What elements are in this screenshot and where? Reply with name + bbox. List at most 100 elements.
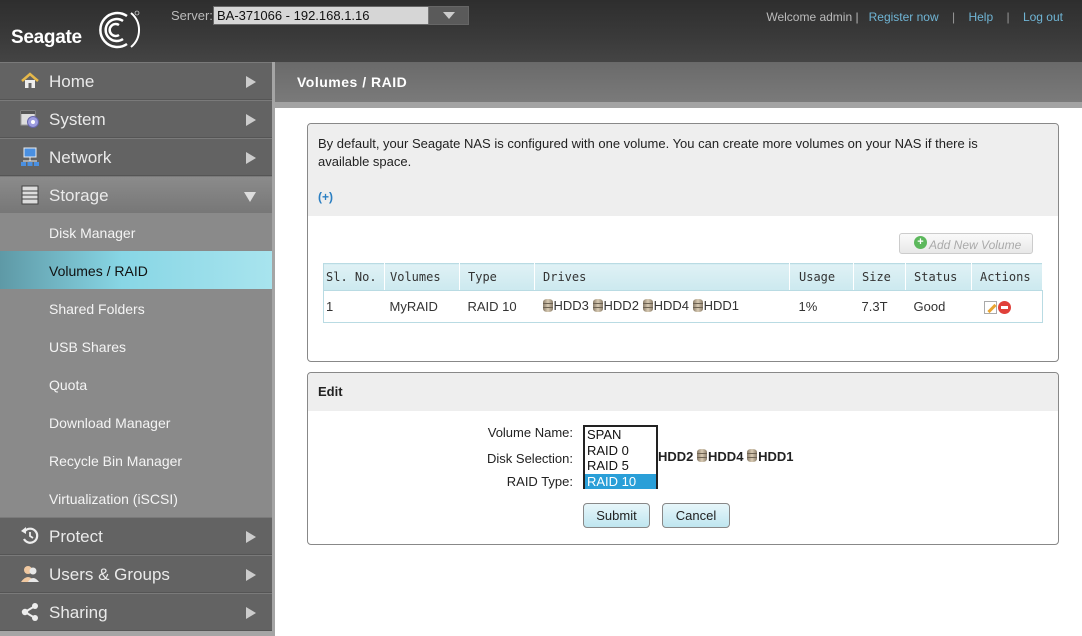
- sidebar-item-sharing[interactable]: Sharing: [0, 593, 272, 631]
- raid-option-span[interactable]: SPAN: [585, 427, 656, 443]
- volumes-table: Sl. No. Volumes Type Drives Usage Size S…: [323, 263, 1043, 323]
- seagate-logo-icon: [99, 10, 141, 49]
- edit-panel-header: Edit: [308, 373, 1058, 411]
- cell-usage: 1%: [789, 290, 854, 323]
- sidebar-item-users-groups[interactable]: Users & Groups: [0, 555, 272, 593]
- hard-disk-icon: [692, 299, 703, 312]
- chevron-right-icon: [246, 531, 256, 543]
- sidebar-item-protect[interactable]: Protect: [0, 517, 272, 555]
- sidebar-item-label: Volumes / RAID: [49, 263, 148, 279]
- page-header: Volumes / RAID: [275, 62, 1082, 102]
- drive-item: HDD3: [542, 298, 589, 313]
- cell-type: RAID 10: [459, 290, 535, 323]
- register-now-link[interactable]: Register now: [869, 10, 939, 24]
- hard-disk-icon: [542, 299, 553, 312]
- drive-label: HDD3: [553, 298, 589, 313]
- volumes-panel: By default, your Seagate NAS is configur…: [307, 123, 1059, 362]
- table-header-row: Sl. No. Volumes Type Drives Usage Size S…: [323, 263, 1043, 291]
- chevron-right-icon: [246, 76, 256, 88]
- sidebar-item-recycle-bin-manager[interactable]: Recycle Bin Manager: [0, 441, 272, 479]
- chevron-down-icon[interactable]: [428, 7, 468, 24]
- top-header: Seagate Server: BA-371066 - 192.168.1.16…: [0, 0, 1082, 62]
- sidebar-item-label: Protect: [49, 527, 103, 546]
- delete-icon[interactable]: [997, 301, 1011, 315]
- chevron-right-icon: [246, 152, 256, 164]
- top-links: Welcome admin | Register now | Help | Lo…: [766, 10, 1063, 24]
- sidebar-item-label: Download Manager: [49, 415, 171, 431]
- intro-text: By default, your Seagate NAS is configur…: [318, 136, 978, 169]
- chevron-right-icon: [246, 569, 256, 581]
- sidebar-item-label: System: [49, 110, 106, 129]
- server-select-value: BA-371066 - 192.168.1.16: [217, 8, 370, 23]
- add-new-volume-button[interactable]: + Add New Volume: [899, 233, 1033, 254]
- drive-label: HDD4: [653, 298, 689, 313]
- table-row[interactable]: 1 MyRAID RAID 10 HDD3 HDD2 HDD4 HDD1 1% …: [323, 290, 1043, 323]
- raid-option-raid10[interactable]: RAID 10: [585, 473, 656, 489]
- sidebar-item-system[interactable]: System: [0, 100, 272, 138]
- hard-disk-icon: [747, 449, 758, 462]
- sidebar-item-shared-folders[interactable]: Shared Folders: [0, 289, 272, 327]
- seagate-logo: Seagate: [11, 10, 141, 54]
- cell-status: Good: [905, 290, 972, 323]
- page-title: Volumes / RAID: [297, 74, 408, 90]
- expand-link[interactable]: (+): [318, 190, 333, 204]
- sidebar-item-download-manager[interactable]: Download Manager: [0, 403, 272, 441]
- main-content: By default, your Seagate NAS is configur…: [279, 108, 1082, 636]
- disk-selection-list: HDD2 HDD4 HDD1: [658, 449, 793, 464]
- sidebar-item-quota[interactable]: Quota: [0, 365, 272, 403]
- column-header: Sl. No.: [323, 263, 385, 291]
- disk-label: HDD4: [708, 449, 744, 464]
- sidebar-item-label: Network: [49, 148, 112, 167]
- intro-section: By default, your Seagate NAS is configur…: [308, 124, 1058, 216]
- raid-option-raid5[interactable]: RAID 5: [585, 458, 656, 474]
- sidebar-item-usb-shares[interactable]: USB Shares: [0, 327, 272, 365]
- sidebar-item-storage[interactable]: Storage: [0, 176, 272, 214]
- submit-button[interactable]: Submit: [583, 503, 650, 528]
- chevron-right-icon: [246, 114, 256, 126]
- sidebar-item-disk-manager[interactable]: Disk Manager: [0, 213, 272, 251]
- column-header: Volumes: [384, 263, 460, 291]
- protect-icon: [21, 527, 39, 544]
- server-select[interactable]: BA-371066 - 192.168.1.16: [213, 6, 469, 25]
- network-icon: [21, 147, 39, 166]
- sidebar-item-home[interactable]: Home: [0, 62, 272, 100]
- users-icon: [21, 566, 39, 582]
- disk-selection-label: Disk Selection:: [487, 451, 573, 466]
- sidebar-item-label: Quota: [49, 377, 88, 393]
- add-icon: +: [914, 236, 927, 249]
- column-header: Status: [905, 263, 972, 291]
- volume-name-label: Volume Name:: [487, 425, 573, 440]
- drive-item: HDD2: [592, 298, 639, 313]
- sidebar-item-network[interactable]: Network: [0, 138, 272, 176]
- edit-title: Edit: [318, 384, 343, 399]
- logout-link[interactable]: Log out: [1023, 10, 1063, 24]
- column-header: Usage: [789, 263, 854, 291]
- sidebar-item-virtualization[interactable]: Virtualization (iSCSI): [0, 479, 272, 517]
- cancel-button[interactable]: Cancel: [662, 503, 730, 528]
- sidebar-item-volumes-raid[interactable]: Volumes / RAID: [0, 251, 272, 289]
- chevron-right-icon: [246, 607, 256, 619]
- sidebar-item-label: Recycle Bin Manager: [49, 453, 183, 469]
- raid-type-dropdown[interactable]: SPAN RAID 0 RAID 5 RAID 10: [583, 425, 658, 489]
- sidebar-item-label: Shared Folders: [49, 301, 145, 317]
- sidebar-item-label: Storage: [49, 186, 109, 205]
- cell-sl-no: 1: [323, 290, 385, 323]
- sidebar-item-label: Sharing: [49, 603, 108, 622]
- raid-option-raid0[interactable]: RAID 0: [585, 443, 656, 459]
- drive-label: HDD2: [603, 298, 639, 313]
- hard-disk-icon: [592, 299, 603, 312]
- disk-label: HDD1: [758, 449, 794, 464]
- edit-icon[interactable]: [983, 301, 997, 315]
- column-header: Drives: [534, 263, 790, 291]
- raid-type-label: RAID Type:: [506, 474, 573, 489]
- brand-name: Seagate: [11, 27, 82, 48]
- help-link[interactable]: Help: [968, 10, 993, 24]
- cell-drives: HDD3 HDD2 HDD4 HDD1: [534, 290, 790, 323]
- sidebar-item-label: Disk Manager: [49, 225, 136, 241]
- cell-volume-name: MyRAID: [384, 290, 460, 323]
- system-settings-icon: [20, 110, 39, 128]
- sidebar-item-label: Home: [49, 72, 95, 91]
- storage-icon: [21, 185, 39, 205]
- column-header: Size: [853, 263, 906, 291]
- hard-disk-icon: [642, 299, 653, 312]
